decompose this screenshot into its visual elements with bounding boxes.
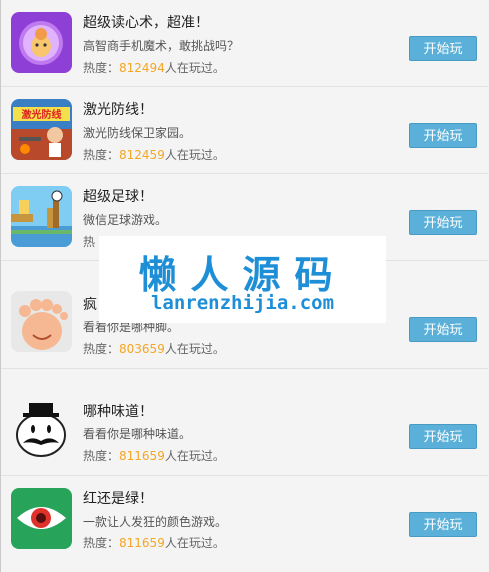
foot-icon[interactable] — [11, 291, 72, 352]
heat-suffix: 人在玩过。 — [164, 342, 225, 356]
start-play-button[interactable]: 开始玩 — [409, 317, 477, 342]
game-heat: 热度：812459人在玩过。 — [83, 146, 225, 163]
heat-suffix: 人在玩过。 — [164, 536, 225, 550]
game-title: 激光防线！ — [83, 102, 153, 118]
game-description: 一款让人发狂的颜色游戏。 — [83, 515, 228, 529]
game-item[interactable]: 红还是绿！ 一款让人发狂的颜色游戏。 热度：811659人在玩过。 开始玩 — [1, 476, 488, 572]
start-play-button[interactable]: 开始玩 — [409, 424, 477, 449]
game-description: 看看你是哪种味道。 — [83, 427, 192, 441]
game-item[interactable]: 超级读心术，超准！ 高智商手机魔术，敢挑战吗？ 热度：812494人在玩过。 开… — [1, 0, 488, 87]
heat-count: 812494 — [119, 61, 165, 75]
crystal-ball-icon[interactable] — [11, 12, 72, 73]
heat-label: 热度： — [83, 342, 120, 356]
heat-label: 热 — [83, 235, 96, 249]
heat-suffix: 人在玩过。 — [164, 148, 225, 162]
start-play-button[interactable]: 开始玩 — [409, 36, 477, 61]
heat-count: 811659 — [119, 536, 165, 550]
eye-icon[interactable] — [11, 488, 72, 549]
game-description: 激光防线保卫家园。 — [83, 126, 192, 140]
laser-defense-icon[interactable]: 激光防线 — [11, 99, 72, 160]
heat-count: 803659 — [119, 342, 165, 356]
game-heat: 热度：812494人在玩过。 — [83, 59, 225, 76]
game-item[interactable]: 激光防线 激光防线！ 激光防线保卫家园。 热度：812459人在玩过。 开始玩 — [1, 87, 488, 174]
game-description: 高智商手机魔术，敢挑战吗？ — [83, 39, 240, 53]
mustache-face-icon[interactable] — [11, 397, 72, 458]
game-title: 疯 — [83, 297, 97, 313]
heat-label: 热度： — [83, 148, 120, 162]
game-item[interactable]: 哪种味道！ 看看你是哪种味道。 热度：811659人在玩过。 开始玩 — [1, 369, 488, 476]
start-play-button[interactable]: 开始玩 — [409, 512, 477, 537]
start-play-button[interactable]: 开始玩 — [409, 123, 477, 148]
heat-suffix: 人在玩过。 — [164, 61, 225, 75]
game-heat: 热度：811659人在玩过。 — [83, 447, 225, 464]
game-title: 超级读心术，超准！ — [83, 15, 209, 31]
game-heat: 热度：803659人在玩过。 — [83, 340, 225, 357]
icon-label: 激光防线 — [22, 108, 62, 121]
watermark-url: lanrenzhijia.com — [150, 292, 335, 314]
game-title: 超级足球！ — [83, 189, 153, 205]
heat-label: 热度： — [83, 61, 120, 75]
heat-count: 812459 — [119, 148, 165, 162]
heat-count: 811659 — [119, 449, 165, 463]
heat-label: 热度： — [83, 536, 120, 550]
start-play-button[interactable]: 开始玩 — [409, 210, 477, 235]
game-title: 红还是绿！ — [83, 491, 153, 507]
game-description: 微信足球游戏。 — [83, 213, 168, 227]
heat-label: 热度： — [83, 449, 120, 463]
watermark-title: 懒人源码 — [138, 253, 347, 297]
game-heat: 热 — [83, 233, 95, 250]
watermark-overlay: 懒人源码 lanrenzhijia.com — [99, 236, 386, 323]
soccer-icon[interactable] — [11, 186, 72, 247]
heat-suffix: 人在玩过。 — [164, 449, 225, 463]
game-title: 哪种味道！ — [83, 404, 153, 420]
game-heat: 热度：811659人在玩过。 — [83, 534, 225, 551]
